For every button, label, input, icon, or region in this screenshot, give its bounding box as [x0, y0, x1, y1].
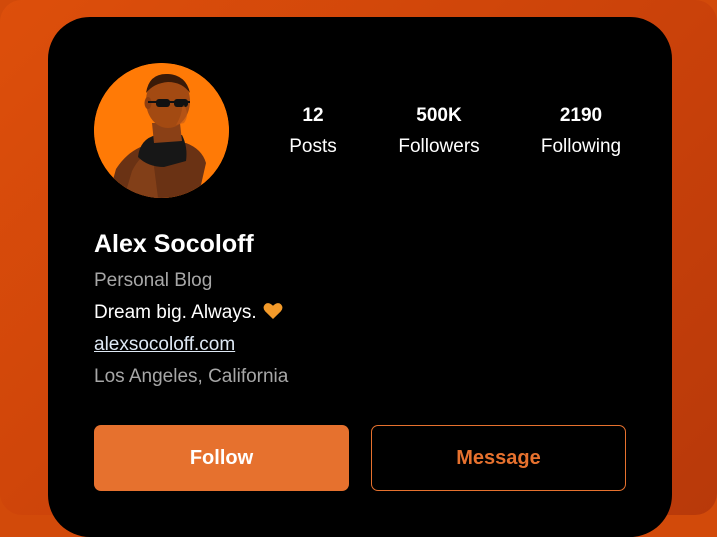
profile-location: Los Angeles, California: [94, 366, 289, 387]
profile-card: 12 Posts 500K Followers 2190 Following A…: [48, 17, 672, 537]
stat-following[interactable]: 2190 Following: [521, 105, 641, 158]
orange-heart-icon: [263, 302, 283, 327]
profile-bio: Dream big. Always.: [94, 301, 283, 327]
stats-bar: 12 Posts 500K Followers 2190 Following: [48, 105, 672, 165]
stat-followers[interactable]: 500K Followers: [379, 105, 499, 158]
stat-following-label: Following: [540, 136, 622, 157]
profile-category: Personal Blog: [94, 270, 213, 291]
profile-link[interactable]: alexsocoloff.com: [94, 333, 235, 357]
profile-name: Alex Socoloff: [94, 230, 254, 258]
stat-posts[interactable]: 12 Posts: [253, 105, 373, 158]
stat-posts-label: Posts: [289, 136, 337, 157]
message-button[interactable]: Message: [371, 425, 626, 491]
stat-posts-value: 12: [302, 105, 324, 126]
stat-following-value: 2190: [559, 105, 603, 126]
profile-bio-text: Dream big. Always.: [94, 302, 257, 323]
follow-button[interactable]: Follow: [94, 425, 349, 491]
stat-followers-value: 500K: [416, 105, 462, 126]
stat-followers-label: Followers: [398, 136, 480, 157]
